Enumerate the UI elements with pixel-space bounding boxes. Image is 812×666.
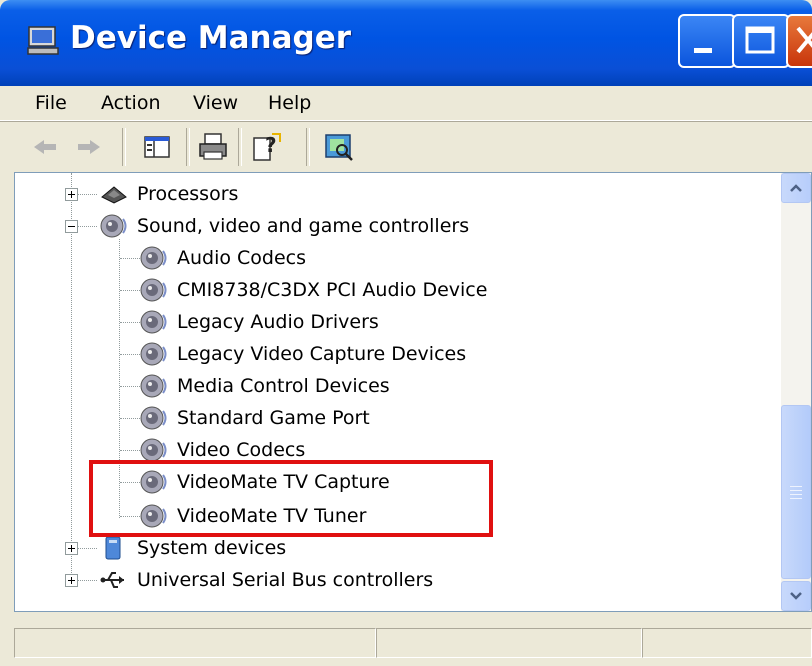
close-icon <box>796 26 812 54</box>
scroll-down-button[interactable] <box>781 581 811 611</box>
menu-bar: File Action View Help <box>0 86 812 121</box>
status-bar <box>0 614 812 666</box>
tree-line <box>71 173 72 585</box>
processor-icon <box>101 186 127 204</box>
chevron-down-icon <box>790 592 802 600</box>
toolbar-separator <box>306 128 310 166</box>
print-icon[interactable] <box>196 130 230 164</box>
title-bar[interactable]: Device Manager <box>0 0 812 86</box>
tree-item-label: CMI8738/C3DX PCI Audio Device <box>177 279 488 301</box>
speaker-icon <box>140 406 167 430</box>
tree-item-sound-video-game[interactable]: Sound, video and game controllers <box>99 211 469 241</box>
tree-line <box>120 290 140 291</box>
tree-line <box>75 580 97 581</box>
tree-item-label: System devices <box>137 537 287 559</box>
status-panel <box>14 628 376 658</box>
tree-line <box>75 226 97 227</box>
computer-icon <box>27 26 59 55</box>
minimize-icon <box>694 48 712 53</box>
speaker-icon <box>140 342 167 366</box>
tree-line <box>120 258 140 259</box>
menu-view[interactable]: View <box>193 92 238 114</box>
highlight-box <box>89 460 493 537</box>
scroll-thumb[interactable] <box>781 405 811 579</box>
expand-button[interactable] <box>65 574 78 587</box>
scroll-up-button[interactable] <box>781 173 811 203</box>
expand-button[interactable] <box>65 542 78 555</box>
back-arrow-icon[interactable] <box>28 130 62 164</box>
menu-file[interactable]: File <box>35 92 67 114</box>
tree-line <box>120 386 140 387</box>
maximize-icon <box>745 26 775 54</box>
tree-item-usb-controllers[interactable]: Universal Serial Bus controllers <box>99 565 433 595</box>
speaker-icon <box>100 214 127 238</box>
svg-text:?: ? <box>265 133 277 157</box>
menu-action[interactable]: Action <box>101 92 161 114</box>
tree-line <box>120 418 140 419</box>
tree-item-label: Processors <box>137 183 239 205</box>
forward-arrow-icon[interactable] <box>72 130 106 164</box>
speaker-icon <box>140 246 167 270</box>
tree-line <box>75 194 97 195</box>
minimize-button[interactable] <box>678 14 736 68</box>
show-hide-console-tree-icon[interactable] <box>140 130 174 164</box>
tree-line <box>120 354 140 355</box>
tree-item-label: Sound, video and game controllers <box>137 215 470 237</box>
device-tree[interactable]: Processors Sound, video and game control… <box>14 172 812 612</box>
toolbar-separator <box>238 128 242 166</box>
tree-item-legacy-audio-drivers[interactable]: Legacy Audio Drivers <box>139 307 379 337</box>
tree-item-cmi8738[interactable]: CMI8738/C3DX PCI Audio Device <box>139 275 487 305</box>
toolbar-separator <box>186 128 190 166</box>
chevron-up-icon <box>790 184 802 192</box>
usb-icon <box>100 572 124 588</box>
tree-item-label: Media Control Devices <box>177 375 390 397</box>
tree-item-label: Universal Serial Bus controllers <box>137 569 434 591</box>
tree-item-media-control[interactable]: Media Control Devices <box>139 371 390 401</box>
window-title: Device Manager <box>70 20 352 56</box>
toolbar: ? <box>0 121 812 172</box>
tree-item-standard-game-port[interactable]: Standard Game Port <box>139 403 370 433</box>
tree-item-legacy-video-capture[interactable]: Legacy Video Capture Devices <box>139 339 466 369</box>
scan-hardware-icon[interactable] <box>322 130 356 164</box>
tree-line <box>120 322 140 323</box>
expand-button[interactable] <box>65 188 78 201</box>
status-panel <box>376 628 642 658</box>
tree-item-label: Legacy Video Capture Devices <box>177 343 467 365</box>
tree-item-label: Legacy Audio Drivers <box>177 311 379 333</box>
tree-line <box>120 450 140 451</box>
speaker-icon <box>140 374 167 398</box>
help-icon[interactable]: ? <box>250 130 284 164</box>
maximize-button[interactable] <box>732 14 790 68</box>
speaker-icon <box>140 278 167 302</box>
close-button[interactable] <box>786 14 812 68</box>
vertical-scrollbar[interactable] <box>781 173 811 611</box>
tree-line <box>75 548 97 549</box>
menu-help[interactable]: Help <box>268 92 311 114</box>
collapse-button[interactable] <box>65 220 78 233</box>
status-panel <box>642 628 812 658</box>
tree-item-system-devices[interactable]: System devices <box>99 533 286 563</box>
tree-item-processors[interactable]: Processors <box>99 179 238 209</box>
speaker-icon <box>140 310 167 334</box>
tree-item-label: Audio Codecs <box>177 247 307 269</box>
toolbar-separator <box>122 128 126 166</box>
tree-item-audio-codecs[interactable]: Audio Codecs <box>139 243 306 273</box>
tree-item-label: Video Codecs <box>177 439 306 461</box>
system-devices-icon <box>105 536 121 560</box>
tree-item-label: Standard Game Port <box>177 407 370 429</box>
